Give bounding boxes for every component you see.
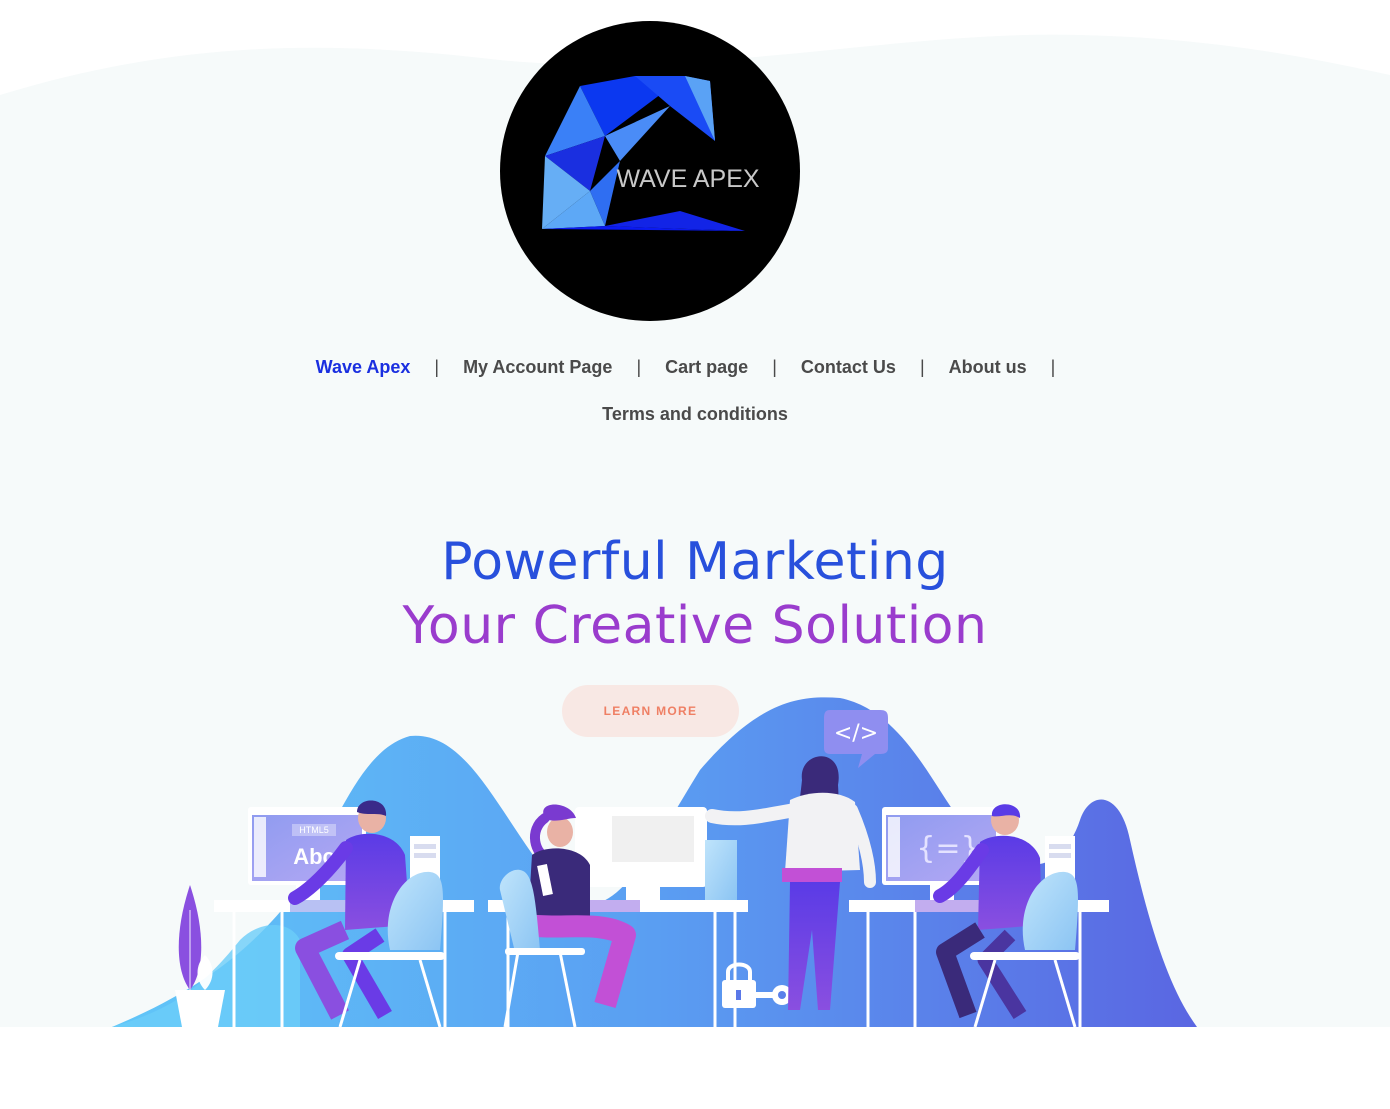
site-logo[interactable]: WAVE APEX	[500, 21, 800, 321]
nav-separator: |	[434, 357, 440, 377]
nav-separator: |	[772, 357, 777, 377]
nav-row-primary: Wave Apex | My Account Page | Cart page …	[0, 352, 1390, 382]
nav-item-cart[interactable]: Cart page	[665, 352, 748, 382]
nav-item-contact-us[interactable]: Contact Us	[801, 352, 896, 382]
hero-headline-line2: Your Creative Solution	[402, 596, 988, 656]
hero-illustration: HTML5 Abc </> {=}	[112, 697, 1197, 1027]
nav-separator: |	[1050, 357, 1056, 377]
main-navigation: Wave Apex | My Account Page | Cart page …	[0, 352, 1390, 429]
nav-separator: |	[636, 357, 642, 377]
hero-headline-line1: Powerful Marketing	[441, 532, 949, 592]
nav-item-my-account[interactable]: My Account Page	[463, 352, 612, 382]
code-bubble-text: </>	[834, 721, 878, 746]
logo-text: WAVE APEX	[616, 165, 759, 193]
nav-item-terms[interactable]: Terms and conditions	[602, 399, 788, 429]
screen-tag-html5: HTML5	[299, 825, 329, 835]
nav-separator: |	[919, 357, 925, 377]
nav-item-wave-apex[interactable]: Wave Apex	[316, 352, 411, 382]
nav-row-secondary: Terms and conditions	[0, 399, 1390, 429]
learn-more-button[interactable]: LEARN MORE	[562, 685, 739, 737]
nav-item-about-us[interactable]: About us	[949, 352, 1027, 382]
